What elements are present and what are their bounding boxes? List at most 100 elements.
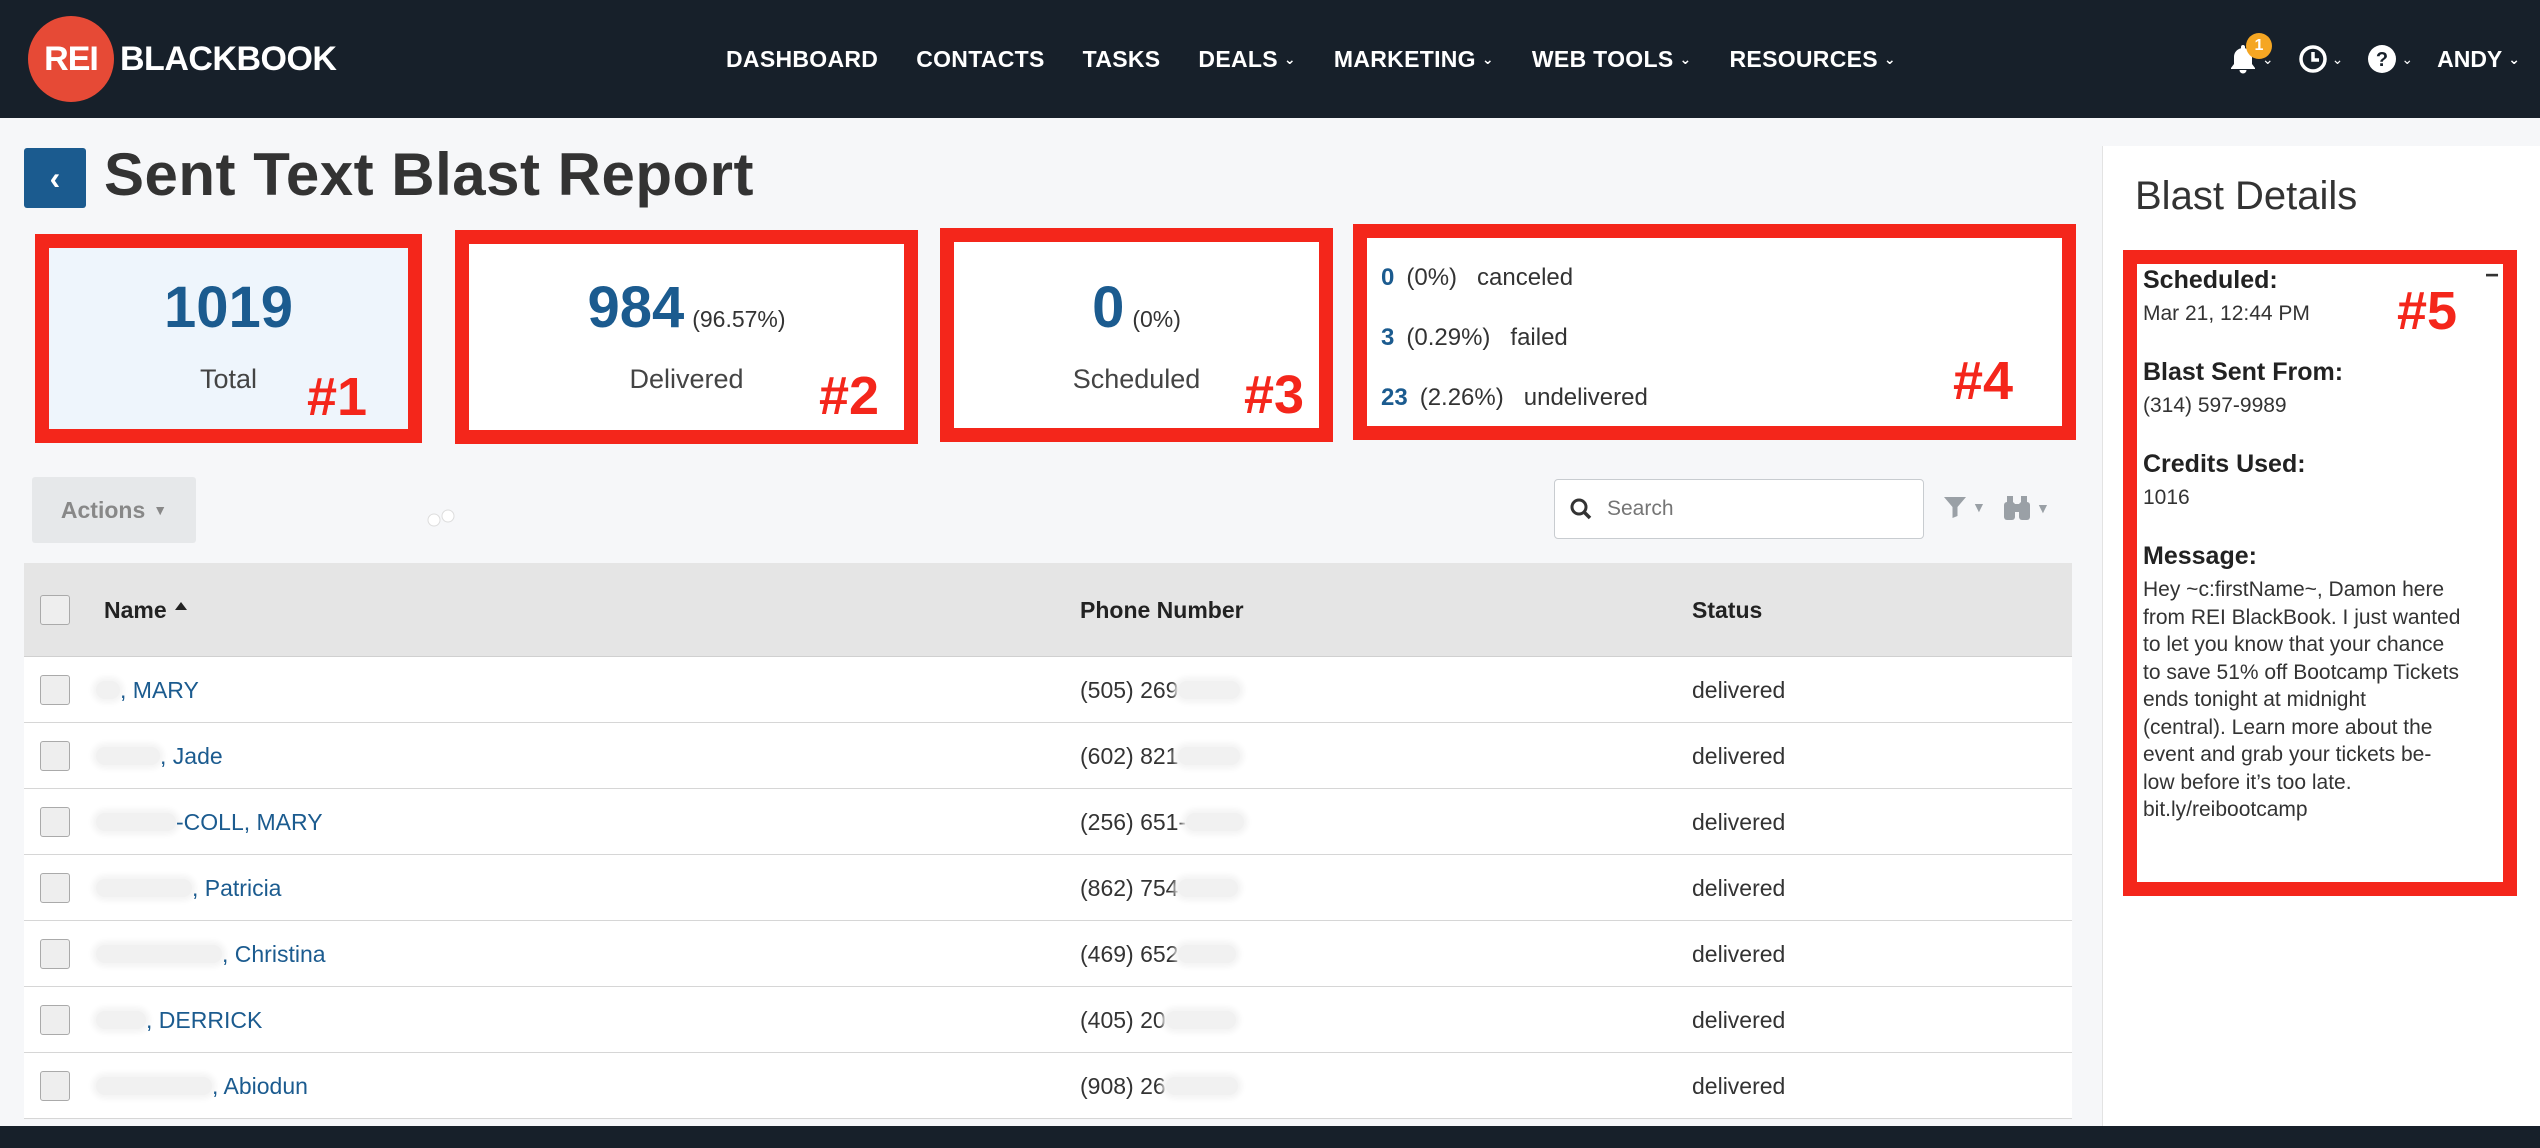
search-input[interactable] [1607,497,1887,521]
phone-text: (602) 821 [1080,742,1179,769]
contact-name: , Jade [160,742,223,769]
annotation-marker: #4 [1953,351,2014,411]
nav-label: WEB TOOLS [1531,45,1674,72]
row-checkbox[interactable] [40,939,70,969]
message-line: ends tonight at midnight [2143,688,2366,711]
nav-marketing[interactable]: MARKETING ⌄ [1334,46,1494,73]
status-text: delivered [1692,1006,1786,1033]
row-checkbox[interactable] [40,1071,70,1101]
column-phone-header[interactable]: Phone Number [1080,563,1244,657]
stat-scheduled-label: Scheduled [1072,364,1201,394]
credits-label: Credits Used: [2143,450,2306,478]
blast-details-box: − #5 Scheduled: Mar 21, 12:44 PM Blast S… [2123,250,2517,896]
stat-canceled-value: 0 [1381,264,1395,291]
redacted-text [96,1077,212,1095]
status-text: delivered [1692,676,1786,703]
contact-name-link[interactable]: , Abiodun [96,1053,308,1119]
contact-name: , Christina [222,940,326,967]
logo[interactable]: REI BLACKBOOK [28,16,337,102]
contact-name: , Patricia [192,874,282,901]
row-checkbox[interactable] [40,741,70,771]
stat-scheduled-box: 0 (0%) Scheduled #3 [940,228,1333,442]
stat-delivered-label: Delivered [629,364,744,394]
table-header: Name Phone Number Status [24,563,2072,657]
message-line: to save 51% off Bootcamp Tickets [2143,660,2459,684]
panel-title: Blast Details [2135,174,2358,218]
table-row: , Christina (469) 652 delivered [24,921,2072,987]
column-name-header[interactable]: Name [104,563,189,657]
chevron-down-icon: ⌄ [1481,50,1494,67]
phone-number: (862) 754 [1080,855,1239,921]
actions-dropdown[interactable]: Actions ▼ [32,477,196,543]
bottom-bar [0,1126,2540,1148]
table-row: , MARY (505) 269 delivered [24,657,2072,723]
sent-from-value: (314) 597-9989 [2143,394,2287,417]
caret-down-icon: ▼ [2036,500,2050,516]
recipients-table: Name Phone Number Status , MARY (505) 26… [24,563,2072,1119]
logo-mark: REI [28,16,114,102]
logo-text: BLACKBOOK [120,39,337,78]
contact-name-link[interactable]: , Jade [96,723,223,789]
sort-asc-icon [174,602,187,610]
filter-icon [1944,497,1966,518]
column-label: Name [104,596,167,623]
nav-deals[interactable]: DEALS ⌄ [1198,46,1295,73]
nav-right: 1 ⌄ ⌄ ? ⌄ ANDY ⌄ [2204,0,2520,118]
message-line: low before it’s too late. [2143,770,2352,794]
credits-value: 1016 [2143,486,2190,509]
annotation-marker: #3 [1244,365,1305,425]
help-menu[interactable]: ? ⌄ [2367,44,2413,74]
table-row: , DERRICK (405) 20 delivered [24,987,2072,1053]
status-text: delivered [1692,940,1786,967]
phone-text: (469) 652 [1080,940,1179,967]
nav-tasks[interactable]: TASKS [1083,46,1161,73]
phone-number: (256) 651- [1080,789,1245,855]
notifications-menu[interactable]: 1 ⌄ [2228,33,2274,75]
chevron-down-icon: ⌄ [1283,50,1296,67]
row-checkbox[interactable] [40,873,70,903]
phone-text: (256) 651- [1080,808,1187,835]
row-checkbox[interactable] [40,675,70,705]
actions-label: Actions [60,496,146,523]
phone-text: (862) 754 [1080,874,1179,901]
table-row: , Abiodun (908) 26 delivered [24,1053,2072,1119]
find-dropdown[interactable]: ▼ [2002,494,2050,522]
nav-dashboard[interactable]: DASHBOARD [726,46,878,73]
select-all-checkbox[interactable] [40,595,70,625]
nav-label: RESOURCES [1729,45,1878,72]
redacted-text [1178,747,1241,765]
help-icon: ? [2368,45,2397,73]
search-field[interactable] [1554,479,1924,539]
history-menu[interactable]: ⌄ [2298,44,2343,74]
redacted-text [1165,1011,1236,1029]
caret-down-icon: ▼ [153,502,168,518]
filter-dropdown[interactable]: ▼ [1942,494,1986,520]
table-row: , Patricia (862) 754 delivered [24,855,2072,921]
user-menu[interactable]: ANDY ⌄ [2437,46,2520,73]
chevron-down-icon: ⌄ [2508,50,2520,67]
back-button[interactable]: ‹ [24,148,86,208]
redacted-text [96,747,160,765]
column-status-header[interactable]: Status [1692,563,1762,657]
stat-scheduled-percent: (0%) [1132,306,1181,332]
contact-name: , MARY [120,676,199,703]
stat-failed-percent: (0.29%) [1406,324,1491,351]
nav-web-tools[interactable]: WEB TOOLS ⌄ [1532,46,1692,73]
row-checkbox[interactable] [40,807,70,837]
contact-name-link[interactable]: , DERRICK [96,987,262,1053]
stat-failed-label: failed [1510,324,1568,351]
status-text: delivered [1692,742,1786,769]
minus-icon[interactable]: − [2485,262,2499,290]
nav-contacts[interactable]: CONTACTS [916,46,1044,73]
stat-undelivered: 23 (2.26%) undelivered [1381,384,1648,412]
contact-name-link[interactable]: -COLL, MARY [96,789,323,855]
annotation-marker: #1 [307,367,368,427]
contact-name-link[interactable]: , Christina [96,921,326,987]
contact-name-link[interactable]: , MARY [96,657,199,723]
contact-name: -COLL, MARY [176,808,323,835]
contact-name-link[interactable]: , Patricia [96,855,281,921]
contact-name: , DERRICK [146,1006,263,1033]
nav-resources[interactable]: RESOURCES ⌄ [1730,46,1896,73]
binoculars-icon [2004,496,2030,520]
row-checkbox[interactable] [40,1005,70,1035]
